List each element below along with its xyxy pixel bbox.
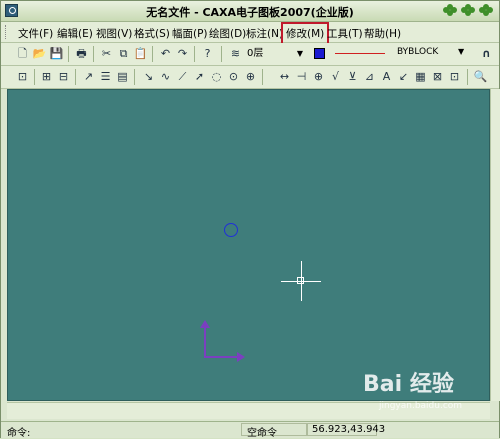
menu-format[interactable]: 格式(S) xyxy=(132,25,172,42)
help-query-icon[interactable]: ? xyxy=(200,46,215,61)
spline-icon[interactable]: ∿ xyxy=(158,69,173,84)
property-list-icon[interactable]: ☰ xyxy=(98,69,113,84)
menu-bar: 文件(F) 编辑(E) 视图(V) 格式(S) 幅面(P) 绘图(D) 标注(N… xyxy=(1,22,499,45)
tolerance-icon[interactable]: ⊕ xyxy=(311,69,326,84)
crosshair-cursor-box xyxy=(297,277,304,284)
toolbar-separator xyxy=(68,46,69,62)
new-file-icon[interactable]: 🗋 xyxy=(15,46,30,61)
layer-select[interactable]: 0层 ▼ xyxy=(247,46,305,61)
baidu-watermark: Bai 经验 xyxy=(363,372,454,397)
menu-draw[interactable]: 绘图(D) xyxy=(207,25,248,42)
dimension-icon[interactable]: ↔ xyxy=(277,69,292,84)
table-icon[interactable]: ▦ xyxy=(413,69,428,84)
standard-toolbar: 🗋 📂 💾 🖶 ✂ ⧉ 📋 ↶ ↷ ? ≋ 0层 ▼ BYBLOCK ▼ ∩ xyxy=(1,43,499,66)
print-icon[interactable]: 🖶 xyxy=(74,46,89,61)
coordinate-icon[interactable]: ⊣ xyxy=(294,69,309,84)
toolbar-separator xyxy=(467,69,468,85)
toolbar-separator xyxy=(262,69,263,85)
format-brush-icon[interactable]: ▤ xyxy=(115,69,130,84)
current-command: 空命令 xyxy=(247,428,277,439)
block-icon[interactable]: ⊠ xyxy=(430,69,445,84)
ucs-y-axis-icon xyxy=(204,323,206,358)
menu-file[interactable]: 文件(F) xyxy=(16,25,55,42)
line-style-sample[interactable] xyxy=(335,53,385,54)
title-bar[interactable]: 无名文件 - CAXA电子图板2007(企业版) xyxy=(1,1,499,22)
rectangle-icon[interactable]: ⊕ xyxy=(243,69,258,84)
toolbar-separator xyxy=(134,69,135,85)
close-clover-icon[interactable] xyxy=(479,4,493,17)
toolbar-end-icon[interactable]: ∩ xyxy=(479,46,494,61)
toolbar-separator xyxy=(221,46,222,62)
toolbar-separator xyxy=(75,69,76,85)
toolbar-separator xyxy=(152,46,153,62)
display-all-icon[interactable]: ⊞ xyxy=(39,69,54,84)
chevron-down-icon[interactable]: ▼ xyxy=(458,47,464,56)
minimize-clover-icon[interactable] xyxy=(443,4,457,17)
drawing-canvas[interactable] xyxy=(7,89,490,401)
arrow-line-icon[interactable]: ➚ xyxy=(192,69,207,84)
cursor-coordinates: 56.923,43.943 xyxy=(312,424,386,435)
redo-icon[interactable]: ↷ xyxy=(175,46,190,61)
toolbar-separator xyxy=(194,46,195,62)
line-icon[interactable]: ↘ xyxy=(141,69,156,84)
leader-icon[interactable]: ↙ xyxy=(396,69,411,84)
menu-edit[interactable]: 编辑(E) xyxy=(55,25,95,42)
drawing-toolbar: ⊡ ⊞ ⊟ ↗ ☰ ▤ ↘ ∿ ⟋ ➚ ◌ ⊙ ⊕ ↔ ⊣ ⊕ √ ⊻ ⊿ A … xyxy=(1,66,499,89)
layer-manager-icon[interactable]: ≋ xyxy=(228,46,243,61)
window-controls xyxy=(443,4,493,17)
linetype-select-value[interactable]: BYBLOCK xyxy=(397,47,438,57)
color-select[interactable] xyxy=(314,48,325,59)
status-bar: 命令: 空命令 56.923,43.943 xyxy=(1,421,499,439)
menu-dimension[interactable]: 标注(N) xyxy=(244,25,285,42)
drawn-circle[interactable] xyxy=(224,223,238,237)
display-previous-icon[interactable]: ⊟ xyxy=(56,69,71,84)
vertical-scrollbar[interactable] xyxy=(490,89,500,401)
text-icon[interactable]: A xyxy=(379,69,394,84)
image-icon[interactable]: ⊡ xyxy=(447,69,462,84)
weld-icon[interactable]: ⊿ xyxy=(362,69,377,84)
app-window: 无名文件 - CAXA电子图板2007(企业版) 文件(F) 编辑(E) 视图(… xyxy=(0,0,500,439)
layer-select-value: 0层 xyxy=(247,48,264,59)
chevron-down-icon[interactable]: ▼ xyxy=(297,46,303,61)
menu-tools[interactable]: 工具(T) xyxy=(325,25,365,42)
circle-arc-icon[interactable]: ◌ xyxy=(209,69,224,84)
menu-view[interactable]: 视图(V) xyxy=(94,25,134,42)
menu-grip[interactable] xyxy=(5,25,9,39)
menu-help[interactable]: 帮助(H) xyxy=(362,25,403,42)
save-icon[interactable]: 💾 xyxy=(49,46,64,61)
ellipse-icon[interactable]: ⊙ xyxy=(226,69,241,84)
command-label: 命令: xyxy=(7,428,31,439)
open-file-icon[interactable]: 📂 xyxy=(32,46,47,61)
ucs-x-axis-icon xyxy=(204,356,240,358)
cut-icon[interactable]: ✂ xyxy=(99,46,114,61)
property-icon[interactable]: ↗ xyxy=(81,69,96,84)
zoom-icon[interactable]: 🔍 xyxy=(473,69,488,84)
maximize-clover-icon[interactable] xyxy=(461,4,475,17)
baidu-watermark-url: jingyan.baidu.com xyxy=(379,401,463,411)
roughness-icon[interactable]: √ xyxy=(328,69,343,84)
ucs-x-arrow-icon xyxy=(237,352,245,362)
copy-icon[interactable]: ⧉ xyxy=(116,46,131,61)
display-window-icon[interactable]: ⊡ xyxy=(15,69,30,84)
paste-icon[interactable]: 📋 xyxy=(133,46,148,61)
window-title: 无名文件 - CAXA电子图板2007(企业版) xyxy=(146,6,354,19)
polyline-icon[interactable]: ⟋ xyxy=(175,69,190,84)
ucs-y-arrow-icon xyxy=(200,320,210,328)
undo-icon[interactable]: ↶ xyxy=(158,46,173,61)
menu-sheet[interactable]: 幅面(P) xyxy=(170,25,210,42)
datum-icon[interactable]: ⊻ xyxy=(345,69,360,84)
toolbar-separator xyxy=(34,69,35,85)
menu-modify[interactable]: 修改(M) xyxy=(280,22,330,45)
toolbar-separator xyxy=(93,46,94,62)
